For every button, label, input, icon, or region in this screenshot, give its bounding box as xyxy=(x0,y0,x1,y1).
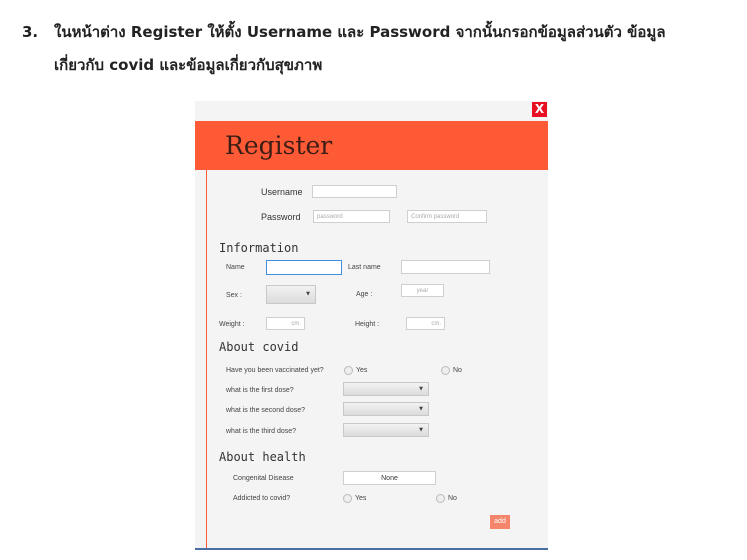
password-label: Password xyxy=(261,212,301,222)
accent-line xyxy=(206,170,207,550)
congenital-input[interactable]: None xyxy=(343,471,436,485)
chevron-down-icon: ▼ xyxy=(419,427,423,433)
addicted-yes-radio[interactable] xyxy=(343,494,352,503)
congenital-label: Congenital Disease xyxy=(233,475,294,482)
addicted-no-label: No xyxy=(448,495,457,502)
username-input[interactable] xyxy=(312,185,397,198)
sex-label: Sex : xyxy=(226,292,242,299)
confirm-password-input[interactable]: Confirm password xyxy=(407,210,487,223)
instruction-line-1: 3. ในหน้าต่าง Register ให้ตั้ง Username แ… xyxy=(22,16,732,49)
window-bottom-border xyxy=(195,548,548,550)
third-dose-select[interactable]: ▼ xyxy=(343,423,429,437)
register-title: Register xyxy=(225,131,333,160)
register-header: Register xyxy=(195,121,548,170)
lastname-label: Last name xyxy=(348,264,381,271)
chevron-down-icon: ▼ xyxy=(419,386,423,392)
instruction-text: 3. ในหน้าต่าง Register ให้ตั้ง Username แ… xyxy=(22,16,732,82)
third-dose-label: what is the third dose? xyxy=(226,428,297,435)
age-input[interactable]: year xyxy=(401,284,444,297)
title-bar xyxy=(195,101,548,121)
chevron-down-icon: ▼ xyxy=(419,406,423,412)
covid-heading: About covid xyxy=(219,340,299,354)
step-number: 3. xyxy=(22,23,39,41)
lastname-input[interactable] xyxy=(401,260,490,274)
addicted-yes-label: Yes xyxy=(355,495,367,502)
vaccinated-yes-radio[interactable] xyxy=(344,366,353,375)
first-dose-label: what is the first dose? xyxy=(226,387,294,394)
weight-label: Weight : xyxy=(219,321,245,328)
instruction-line-2: เกี่ยวกับ covid และข้อมูลเกี่ยวกับสุขภาพ xyxy=(54,56,323,74)
password-input[interactable]: password xyxy=(313,210,390,223)
sex-select[interactable]: ▼ xyxy=(266,285,316,304)
close-button[interactable]: X xyxy=(532,102,547,117)
height-input[interactable]: cm. xyxy=(406,317,445,330)
height-label: Height : xyxy=(355,321,380,328)
information-heading: Information xyxy=(219,241,299,255)
username-label: Username xyxy=(261,187,303,197)
vaccinated-question: Have you been vaccinated yet? xyxy=(226,367,324,374)
add-button[interactable]: add xyxy=(490,515,510,529)
addicted-question: Addicted to covid? xyxy=(233,495,291,502)
age-label: Age : xyxy=(356,291,373,298)
name-label: Name xyxy=(226,264,245,271)
first-dose-select[interactable]: ▼ xyxy=(343,382,429,396)
vaccinated-no-label: No xyxy=(453,367,462,374)
vaccinated-yes-label: Yes xyxy=(356,367,368,374)
addicted-no-radio[interactable] xyxy=(436,494,445,503)
register-window: X Register Username Password password Co… xyxy=(195,101,548,550)
second-dose-label: what is the second dose? xyxy=(226,407,305,414)
chevron-down-icon: ▼ xyxy=(306,291,310,297)
second-dose-select[interactable]: ▼ xyxy=(343,402,429,416)
name-input[interactable] xyxy=(266,260,342,275)
vaccinated-no-radio[interactable] xyxy=(441,366,450,375)
weight-input[interactable]: cm. xyxy=(266,317,305,330)
health-heading: About health xyxy=(219,450,306,464)
